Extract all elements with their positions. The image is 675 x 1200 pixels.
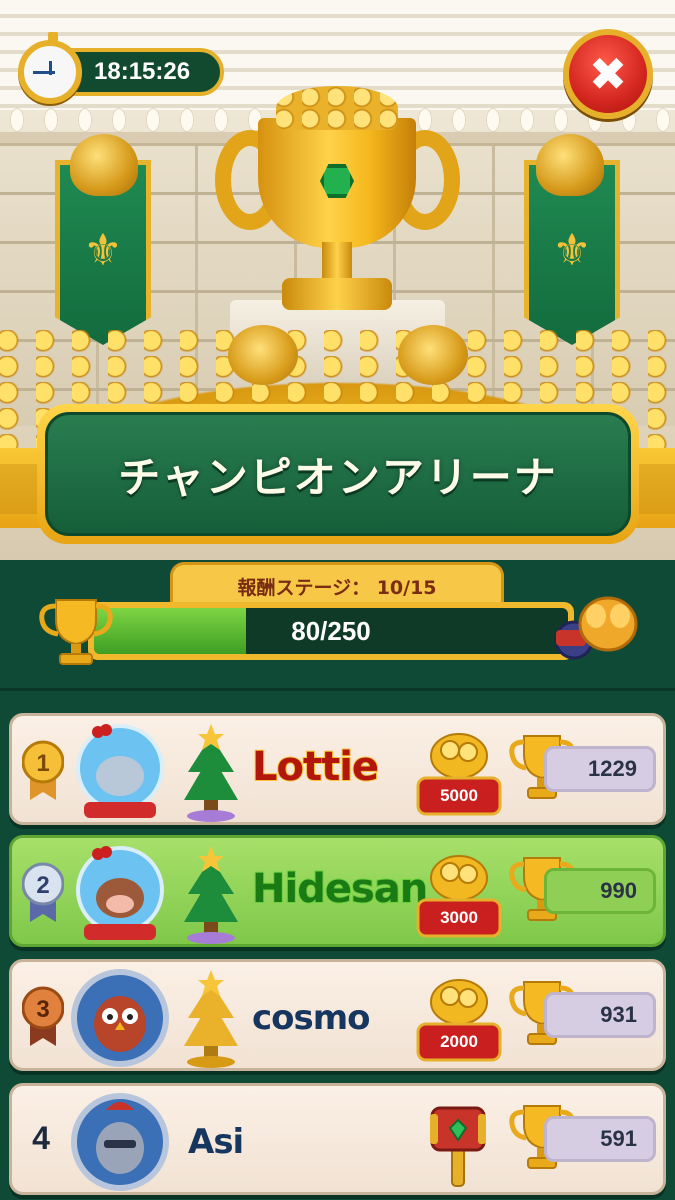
ram-cannon-icon [554,596,638,660]
leaderboard: 1 Lottie 5000 1229 2 Hidesan 3000 990 3 … [0,688,675,1200]
trophy-score: 931 [544,992,656,1038]
coin-reward-amount: 5000 [440,786,478,805]
close-button[interactable]: ✖ [563,29,653,119]
event-timer: 18:15:26 [18,32,224,104]
fleur-de-lis-icon: ⚜ [552,225,592,276]
rank-medal-gold-icon: 1 [22,740,64,800]
owl-avatar-icon [71,969,169,1067]
coin-reward: 5000 [414,726,504,820]
hammer-booster-icon [430,1106,486,1187]
leaderboard-row-current-player[interactable]: 2 Hidesan 3000 990 [9,835,666,947]
trophy-coins-icon [276,86,398,130]
rank-number: 3 [36,996,49,1023]
player-name: Asi [188,1122,244,1162]
timer-text: 18:15:26 [94,58,191,85]
coin-reward-amount: 3000 [440,908,478,927]
leaderboard-row[interactable]: 3 cosmo 2000 931 [9,959,666,1071]
trophy-stem [322,242,352,282]
ram-statue-icon [70,134,138,196]
trophy-score-value: 591 [600,1126,637,1151]
coin-reward: 2000 [414,972,504,1066]
title-inner: チャンピオンアリーナ [45,412,631,536]
player-name: cosmo [252,998,371,1038]
rank-number: 1 [36,750,49,777]
player-name: Hidesan [251,865,429,913]
close-icon: ✖ [588,47,628,101]
trophy-base [282,278,392,310]
trophy-score: 1229 [544,746,656,792]
rank-medal-silver-icon: 2 [22,862,64,922]
knight-avatar-icon [71,1093,169,1191]
christmas-tree-icon [184,724,238,822]
reward-stage-label: 報酬ステージ： 10/15 [237,577,437,599]
progress-bar: 80/250 [88,602,574,660]
snow-globe-cow-icon [76,846,164,940]
leaderboard-row[interactable]: 1 Lottie 5000 1229 [9,713,666,825]
coin-reward: 3000 [414,848,504,942]
golden-bird-statue-icon [398,325,468,385]
trophy-icon [39,599,113,665]
golden-bird-statue-icon [228,325,298,385]
fleur-de-lis-icon: ⚜ [83,225,123,276]
trophy-score-value: 1229 [588,756,637,781]
christmas-tree-icon [184,846,238,944]
trophy-score: 591 [544,1116,656,1162]
player-name: Lottie [251,743,380,791]
golden-tree-icon [184,970,238,1068]
ram-statue-icon [536,134,604,196]
trophy-score-value: 931 [600,1002,637,1027]
clock-icon [18,32,82,104]
clock-hand [49,61,52,75]
rank-medal-bronze-icon: 3 [22,986,64,1046]
rank-number: 4 [32,1120,50,1156]
progress-track: 80/250 [94,608,568,654]
rank-number: 2 [36,872,49,899]
trophy-score-value: 990 [600,878,637,903]
snow-globe-walrus-icon [76,724,164,818]
progress-value: 80/250 [291,615,371,646]
coin-reward-amount: 2000 [440,1032,478,1051]
leaderboard-row[interactable]: 4 Asi 591 [9,1083,666,1195]
page-title: チャンピオンアリーナ [118,452,558,502]
trophy-score: 990 [544,868,656,914]
title-plate: チャンピオンアリーナ [37,404,639,544]
